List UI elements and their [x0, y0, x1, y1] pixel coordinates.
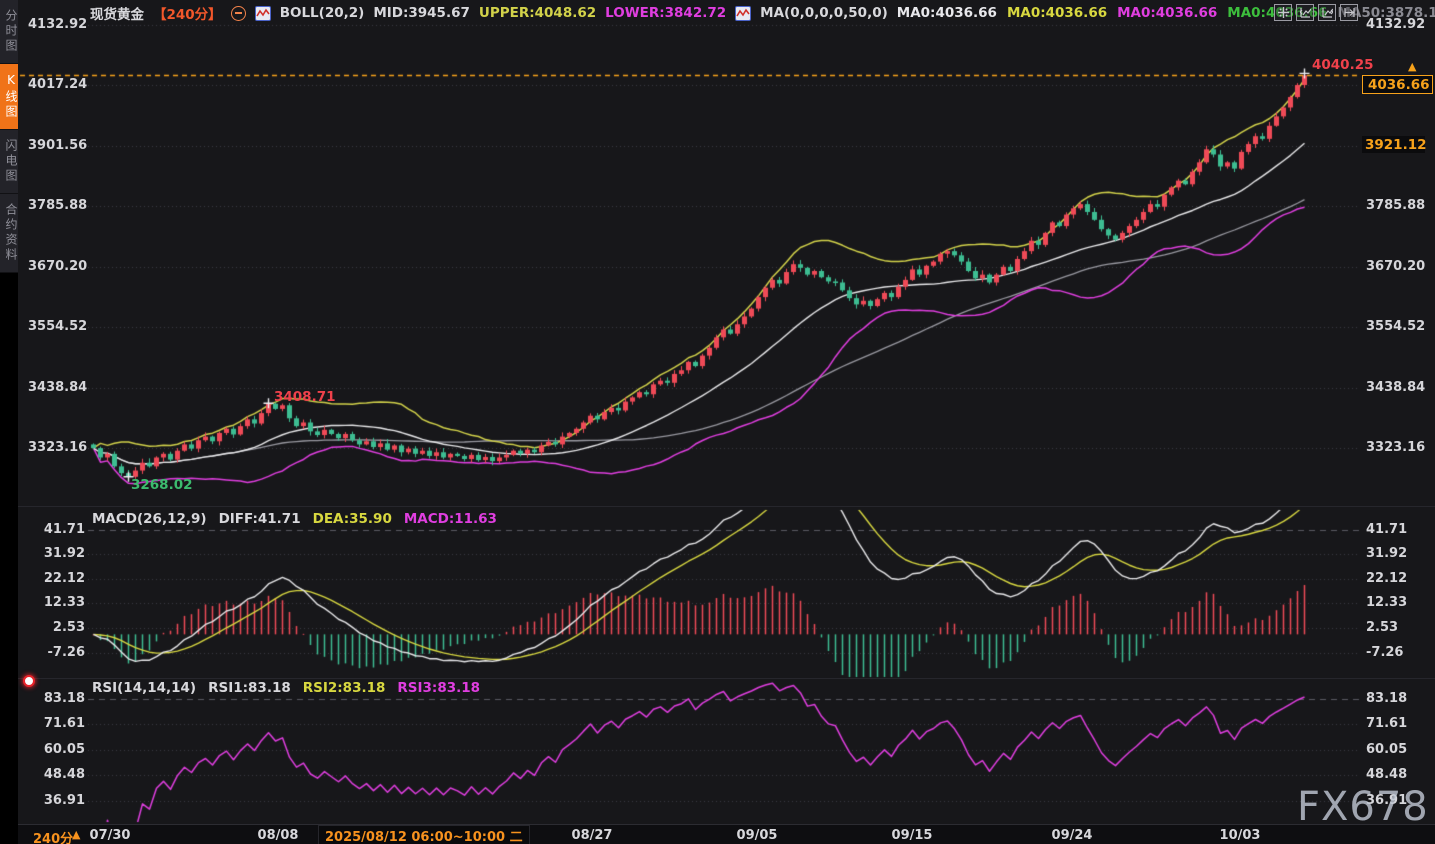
period-badge[interactable]: 240分 [33, 828, 73, 844]
boll-lower-value: LOWER:3842.72 [605, 5, 726, 21]
goto-latest-icon[interactable] [1340, 4, 1358, 21]
boll-upper-value: UPPER:4048.62 [479, 5, 596, 21]
panel-separator [18, 506, 1435, 507]
sidebar-tab-2[interactable]: 闪电图 [0, 130, 18, 194]
date-label: 09/05 [737, 828, 778, 843]
date-label: 09/15 [892, 828, 933, 843]
chart-toolbar [1274, 4, 1358, 21]
period-label[interactable]: 【240分】 [153, 3, 222, 23]
indicator-menu-icon[interactable] [231, 6, 246, 21]
date-label: 10/03 [1220, 828, 1261, 843]
date-label: 09/24 [1052, 828, 1093, 843]
ma-indicator-icon[interactable] [735, 6, 751, 21]
record-dot-icon[interactable] [20, 672, 36, 688]
time-axis-bar: 240分 ▲ 2025/08/12 06:00~10:00 二 07/30 08/… [0, 824, 1435, 844]
ma-value-0: MA0:4036.66 [897, 5, 997, 21]
chart-canvas[interactable] [0, 0, 1435, 844]
crosshair-move-icon[interactable] [1274, 4, 1292, 21]
date-label: 07/30 [90, 828, 131, 843]
date-label: 08/08 [258, 828, 299, 843]
time-range-box: 2025/08/12 06:00~10:00 二 [318, 825, 530, 844]
sidebar: 分时图K线图闪电图合约资料 [0, 0, 18, 844]
sidebar-tab-1[interactable]: K线图 [0, 64, 18, 130]
boll-indicator-icon[interactable] [255, 6, 271, 21]
sidebar-tab-3[interactable]: 合约资料 [0, 194, 18, 273]
boll-label: BOLL(20,2) [280, 5, 365, 21]
scale-out-icon[interactable] [1296, 4, 1314, 21]
trading-terminal: 分时图K线图闪电图合约资料 现货黄金 【240分】 BOLL(20,2) MID… [0, 0, 1435, 844]
symbol-title: 现货黄金 [90, 3, 144, 23]
chart-header: 现货黄金 【240分】 BOLL(20,2) MID:3945.67 UPPER… [90, 3, 1435, 23]
period-expand-icon[interactable]: ▲ [72, 828, 80, 841]
ma-value-2: MA0:4036.66 [1117, 5, 1217, 21]
boll-mid-value: MID:3945.67 [373, 5, 470, 21]
ma-label: MA(0,0,0,0,50,0) [760, 5, 888, 21]
panel-separator [18, 678, 1435, 679]
sidebar-tab-0[interactable]: 分时图 [0, 0, 18, 64]
scale-in-icon[interactable] [1318, 4, 1336, 21]
ma-value-1: MA0:4036.66 [1007, 5, 1107, 21]
date-label: 08/27 [572, 828, 613, 843]
